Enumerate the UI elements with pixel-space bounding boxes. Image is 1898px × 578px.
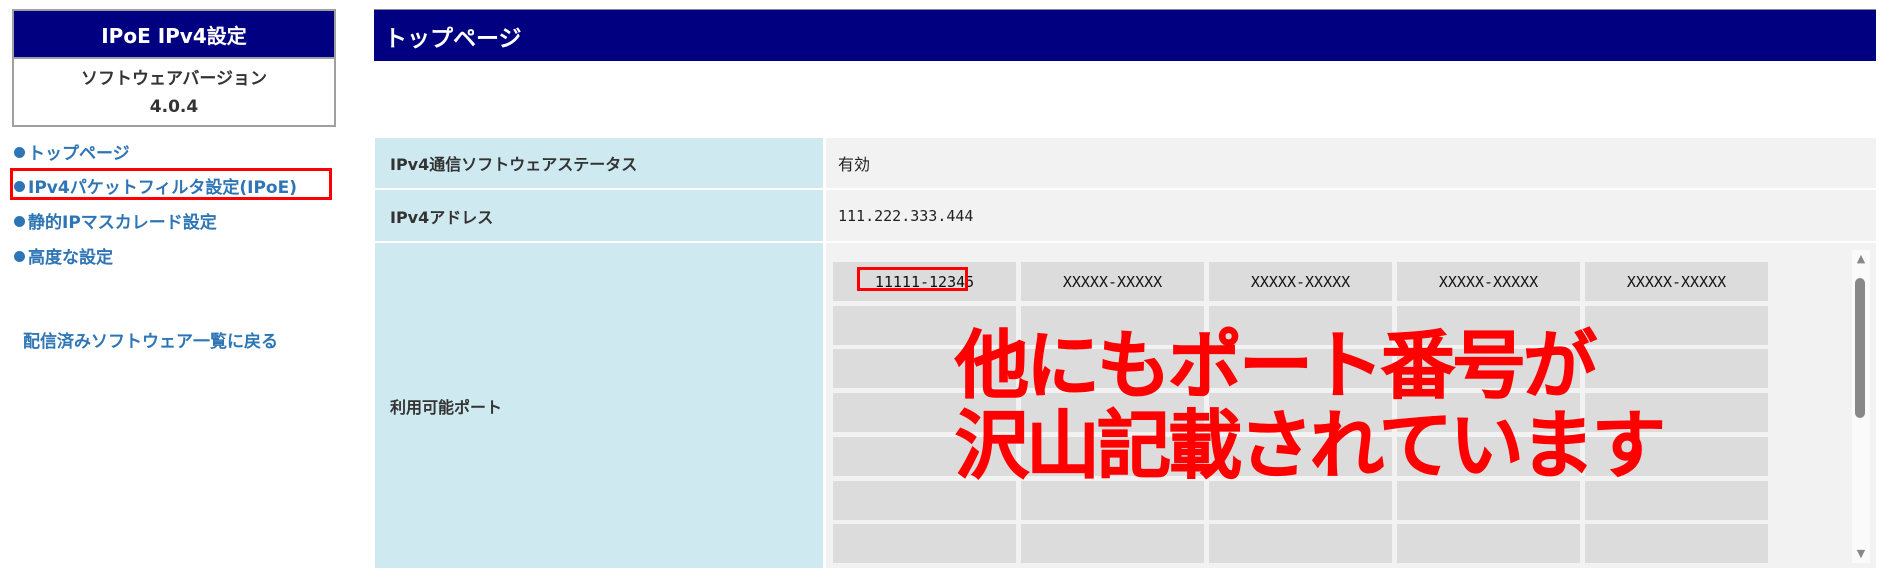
page-title: トップページ xyxy=(374,9,1876,61)
port-cell xyxy=(833,524,1016,564)
nav-top-page[interactable]: トップページ xyxy=(14,139,130,164)
nav-advanced-settings[interactable]: 高度な設定 xyxy=(14,243,113,268)
available-ports-label: 利用可能ポート xyxy=(375,243,823,568)
bullet-icon xyxy=(14,251,25,262)
port-cell: XXXXX-XXXXX xyxy=(1397,262,1580,301)
ipv4-address-label: IPv4アドレス xyxy=(375,190,823,241)
port-cell xyxy=(1585,524,1768,564)
ipv4-address-value: 111.222.333.444 xyxy=(826,190,1876,241)
status-value: 有効 xyxy=(826,138,1876,188)
scroll-up-icon[interactable]: ▲ xyxy=(1852,252,1870,265)
port-cell xyxy=(1021,524,1204,564)
port-cell: XXXXX-XXXXX xyxy=(1585,262,1768,301)
nav-label: 静的IPマスカレード設定 xyxy=(28,213,217,233)
nav-label: 高度な設定 xyxy=(28,248,113,268)
app-title: IPoE IPv4設定 xyxy=(14,11,334,59)
port-cell xyxy=(1585,349,1768,389)
scroll-down-icon[interactable]: ▼ xyxy=(1852,547,1870,560)
annotation-line-1: 他にもポート番号が xyxy=(955,323,1598,409)
port-highlight-box xyxy=(857,267,968,291)
scrollbar-thumb[interactable] xyxy=(1855,278,1865,418)
nav-label: トップページ xyxy=(28,144,130,164)
nav-static-ip-masquerade[interactable]: 静的IPマスカレード設定 xyxy=(14,208,217,233)
bullet-icon xyxy=(14,216,25,227)
annotation-line-2: 沢山記載されています xyxy=(955,403,1667,489)
port-cell: XXXXX-XXXXX xyxy=(1209,262,1392,301)
bullet-icon xyxy=(14,147,25,158)
port-cell: XXXXX-XXXXX xyxy=(1021,262,1204,301)
version-info: ソフトウェアバージョン 4.0.4 xyxy=(14,59,334,121)
software-info-box: IPoE IPv4設定 ソフトウェアバージョン 4.0.4 xyxy=(12,9,336,127)
version-label: ソフトウェアバージョン xyxy=(81,69,267,89)
version-number: 4.0.4 xyxy=(149,97,199,117)
port-cell xyxy=(1209,524,1392,564)
port-cell xyxy=(1397,524,1580,564)
status-label: IPv4通信ソフトウェアステータス xyxy=(375,138,823,188)
highlight-box xyxy=(10,168,332,200)
back-to-software-list-link[interactable]: 配信済みソフトウェア一覧に戻る xyxy=(23,327,278,352)
port-cell xyxy=(1585,305,1768,345)
